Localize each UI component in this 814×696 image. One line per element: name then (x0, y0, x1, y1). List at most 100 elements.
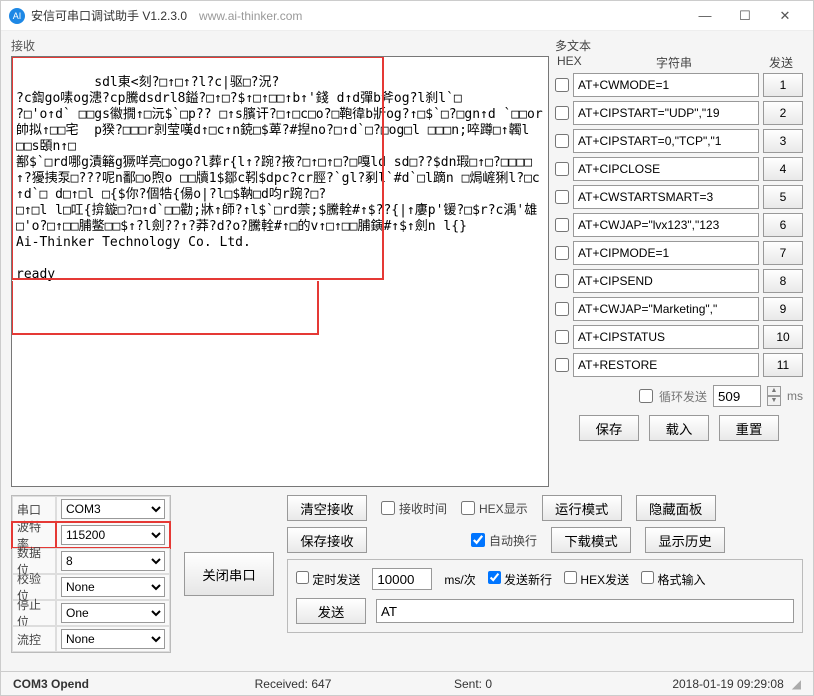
multitext-row: 2 (555, 101, 803, 125)
loop-send-label: 循环发送 (659, 388, 707, 405)
databits-select[interactable]: 8 (61, 551, 165, 571)
hex-send-checkbox[interactable] (564, 571, 577, 584)
multitext-hex-checkbox[interactable] (555, 358, 569, 372)
timed-send-label: 定时发送 (312, 573, 360, 587)
multitext-hex-checkbox[interactable] (555, 302, 569, 316)
load-presets-button[interactable]: 载入 (649, 415, 709, 441)
minimize-button[interactable]: — (685, 2, 725, 30)
hex-display-checkbox[interactable] (461, 501, 475, 515)
close-port-button[interactable]: 关闭串口 (184, 552, 274, 596)
window-url: www.ai-thinker.com (199, 9, 302, 23)
multitext-send-button[interactable]: 4 (763, 157, 803, 181)
multitext-send-button[interactable]: 2 (763, 101, 803, 125)
titlebar: AI 安信可串口调试助手 V1.2.3.0 www.ai-thinker.com… (1, 1, 813, 31)
timed-unit: ms/次 (444, 571, 475, 588)
resize-grip-icon[interactable]: ◢ (792, 677, 801, 691)
maximize-button[interactable]: ☐ (725, 2, 765, 30)
parity-select[interactable]: None (61, 577, 165, 597)
multitext-hex-checkbox[interactable] (555, 134, 569, 148)
multitext-cmd-input[interactable] (573, 269, 759, 293)
multitext-send-button[interactable]: 10 (763, 325, 803, 349)
timed-interval-input[interactable] (372, 568, 432, 590)
recv-time-checkbox[interactable] (381, 501, 395, 515)
receive-panel: 接收 sdl東<刻?□↑□↑?l?c|驱□?況? ?c鍧go嗉og漶?cp騰ds… (11, 37, 549, 487)
multitext-cmd-input[interactable] (573, 325, 759, 349)
receive-content: sdl東<刻?□↑□↑?l?c|驱□?況? ?c鍧go嗉og漶?cp騰dsdrl… (16, 75, 543, 282)
multitext-cmd-input[interactable] (573, 101, 759, 125)
format-input-label: 格式输入 (657, 573, 705, 587)
multitext-send-button[interactable]: 3 (763, 129, 803, 153)
multitext-send-button[interactable]: 7 (763, 241, 803, 265)
flowctrl-select[interactable]: None (61, 629, 165, 649)
auto-wrap-label: 自动换行 (489, 532, 537, 549)
multitext-row: 9 (555, 297, 803, 321)
clear-receive-button[interactable]: 清空接收 (287, 495, 367, 521)
send-button[interactable]: 发送 (296, 598, 366, 624)
baudrate-select[interactable]: 115200 (61, 525, 165, 545)
receive-textarea[interactable]: sdl東<刻?□↑□↑?l?c|驱□?況? ?c鍧go嗉og漶?cp騰dsdrl… (11, 56, 549, 487)
receive-label: 接收 (11, 37, 549, 54)
multitext-title: 多文本 (555, 37, 803, 54)
loop-send-checkbox[interactable] (639, 389, 653, 403)
multitext-cmd-input[interactable] (573, 353, 759, 377)
auto-wrap-checkbox[interactable] (471, 533, 485, 547)
multitext-row: 8 (555, 269, 803, 293)
multitext-send-button[interactable]: 8 (763, 269, 803, 293)
reset-presets-button[interactable]: 重置 (719, 415, 779, 441)
status-port: COM3 Opend (13, 677, 193, 691)
multitext-send-button[interactable]: 6 (763, 213, 803, 237)
download-mode-button[interactable]: 下载模式 (551, 527, 631, 553)
stopbits-select[interactable]: One (61, 603, 165, 623)
multitext-hex-checkbox[interactable] (555, 274, 569, 288)
multitext-hex-checkbox[interactable] (555, 330, 569, 344)
timed-send-checkbox[interactable] (296, 571, 309, 584)
multitext-cmd-input[interactable] (573, 213, 759, 237)
send-newline-checkbox[interactable] (488, 571, 501, 584)
window-title: 安信可串口调试助手 V1.2.3.0 (31, 7, 187, 24)
multitext-row: 7 (555, 241, 803, 265)
multitext-send-button[interactable]: 5 (763, 185, 803, 209)
multitext-cmd-input[interactable] (573, 241, 759, 265)
port-select[interactable]: COM3 (61, 499, 165, 519)
multitext-send-button[interactable]: 9 (763, 297, 803, 321)
hide-panel-button[interactable]: 隐藏面板 (636, 495, 716, 521)
hex-display-label: HEX显示 (479, 500, 528, 517)
statusbar: COM3 Opend Received: 647 Sent: 0 2018-01… (1, 671, 813, 695)
header-send: 发送 (761, 54, 801, 71)
status-timestamp: 2018-01-19 09:29:08 (672, 677, 783, 691)
serial-settings: 串口 COM3 波特率 115200 数据位 8 校验位 None 停止位 On… (11, 495, 171, 653)
app-window: AI 安信可串口调试助手 V1.2.3.0 www.ai-thinker.com… (0, 0, 814, 696)
stopbits-label: 停止位 (12, 600, 56, 626)
loop-interval-input[interactable] (713, 385, 761, 407)
multitext-panel: 多文本 HEX 字符串 发送 1234567891011 循环发送 ▲ ▼ ms (555, 37, 803, 487)
loop-unit: ms (787, 389, 803, 403)
multitext-cmd-input[interactable] (573, 157, 759, 181)
send-newline-label: 发送新行 (504, 573, 552, 587)
multitext-cmd-input[interactable] (573, 73, 759, 97)
run-mode-button[interactable]: 运行模式 (542, 495, 622, 521)
header-hex: HEX (557, 54, 587, 71)
spin-down-icon[interactable]: ▼ (767, 396, 781, 406)
multitext-hex-checkbox[interactable] (555, 190, 569, 204)
multitext-hex-checkbox[interactable] (555, 246, 569, 260)
multitext-hex-checkbox[interactable] (555, 162, 569, 176)
format-input-checkbox[interactable] (641, 571, 654, 584)
status-sent: Sent: 0 (393, 677, 553, 691)
save-presets-button[interactable]: 保存 (579, 415, 639, 441)
send-input[interactable] (376, 599, 794, 623)
save-receive-button[interactable]: 保存接收 (287, 527, 367, 553)
multitext-cmd-input[interactable] (573, 297, 759, 321)
show-history-button[interactable]: 显示历史 (645, 527, 725, 553)
close-button[interactable]: ✕ (765, 2, 805, 30)
multitext-cmd-input[interactable] (573, 185, 759, 209)
multitext-hex-checkbox[interactable] (555, 218, 569, 232)
multitext-row: 11 (555, 353, 803, 377)
app-icon: AI (9, 8, 25, 24)
multitext-hex-checkbox[interactable] (555, 106, 569, 120)
multitext-send-button[interactable]: 11 (763, 353, 803, 377)
multitext-send-button[interactable]: 1 (763, 73, 803, 97)
multitext-hex-checkbox[interactable] (555, 78, 569, 92)
multitext-cmd-input[interactable] (573, 129, 759, 153)
multitext-row: 1 (555, 73, 803, 97)
spin-up-icon[interactable]: ▲ (767, 386, 781, 396)
